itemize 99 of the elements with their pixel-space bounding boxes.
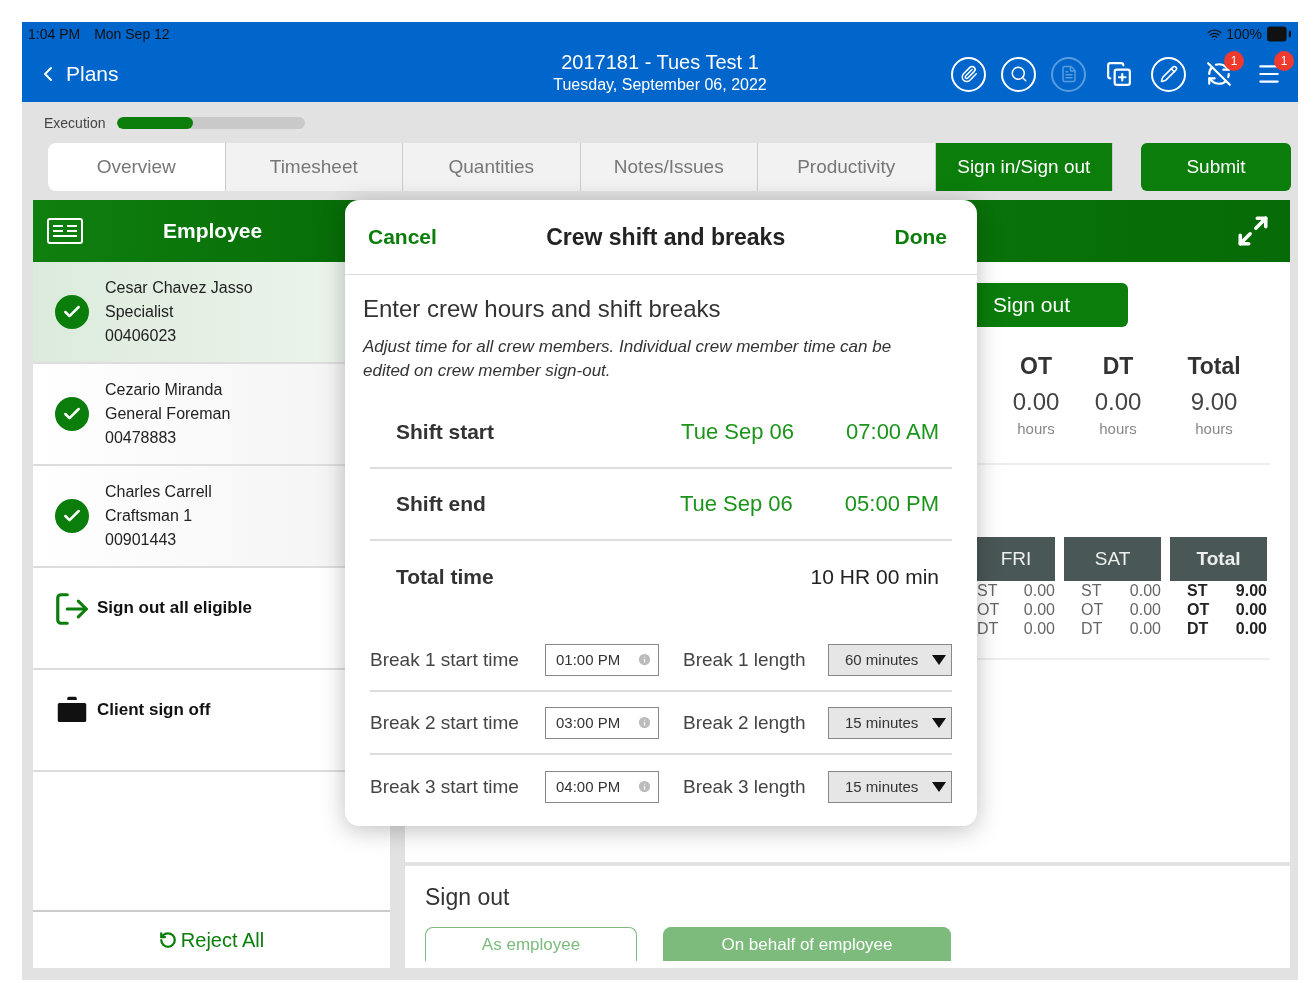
caret-icon	[931, 653, 947, 666]
employee-role: General Foreman	[105, 405, 231, 423]
submit-button[interactable]: Submit	[1141, 143, 1291, 191]
break-length-label: Break 3 length	[683, 775, 807, 798]
stat-label: DT	[1102, 353, 1134, 380]
employee-role: Specialist	[105, 303, 175, 321]
hour-value: 0.00	[1235, 619, 1267, 638]
stat-label: OT	[1020, 353, 1052, 380]
tab[interactable]: Notes/Issues	[580, 143, 758, 191]
tab[interactable]: Timesheet	[225, 143, 403, 191]
hour-type: DT	[1187, 619, 1209, 638]
hour-type: DT	[977, 619, 999, 638]
hour-type: OT	[1187, 600, 1210, 619]
tab[interactable]: Sign in/Sign out	[935, 143, 1113, 191]
employee-title: Employee	[163, 219, 263, 243]
tab[interactable]: Overview	[48, 143, 226, 191]
employee-role: Craftsman 1	[105, 507, 194, 525]
status-date: Mon Sep 12	[94, 26, 170, 42]
total-label: Total time	[396, 565, 495, 589]
hour-type: OT	[977, 600, 1000, 619]
stat-label: Total	[1187, 353, 1241, 380]
tab[interactable]: Quantities	[403, 143, 581, 191]
hour-type: DT	[1081, 619, 1103, 638]
caret-icon	[931, 716, 947, 729]
hour-value: 0.00	[1023, 600, 1055, 619]
done-link[interactable]: Done	[894, 225, 947, 249]
employee-name: Cezario Miranda	[105, 381, 224, 399]
hour-value: 0.00	[1235, 600, 1267, 619]
shift-label: Shift start	[396, 420, 495, 444]
hour-value: 9.00	[1235, 581, 1267, 600]
shift-time[interactable]: 07:00 AM	[846, 419, 939, 445]
length-dropdown[interactable]: 60 minutes	[828, 643, 952, 676]
copy-plus-icon[interactable]	[1105, 61, 1132, 87]
section-title: Sign out	[425, 884, 511, 911]
hour-value: 0.00	[1129, 581, 1161, 600]
sync-off-icon[interactable]	[1205, 61, 1232, 87]
wifi-icon	[1207, 26, 1223, 42]
length-dropdown[interactable]: 15 minutes	[828, 770, 952, 803]
pencil-icon[interactable]	[1159, 65, 1178, 83]
employee-number: 00406023	[105, 327, 178, 345]
day-header: SAT	[1064, 537, 1161, 581]
status-time: 1:04 PM	[28, 26, 81, 42]
break-length-label: Break 2 length	[683, 711, 807, 734]
employee-name: Cesar Chavez Jasso	[105, 279, 253, 297]
hour-type: ST	[1081, 581, 1102, 600]
stat-unit: hours	[1195, 420, 1233, 437]
plan-date: Tuesday, September 06, 2022	[553, 76, 767, 94]
hour-value: 0.00	[1023, 619, 1055, 638]
shift-time[interactable]: 05:00 PM	[844, 491, 939, 517]
total-value: 10 HR 00 min	[810, 565, 939, 589]
stat-unit: hours	[1017, 420, 1055, 437]
plan-title: 2017181 - Tues Test 1	[561, 51, 759, 74]
sign-out-button[interactable]: Sign out	[977, 283, 1128, 327]
shift-date[interactable]: Tue Sep 06	[681, 419, 795, 445]
break-length-label: Break 1 length	[683, 648, 807, 671]
hour-value: 0.00	[1023, 581, 1055, 600]
shift-label: Shift end	[396, 492, 487, 516]
toolbar-button[interactable]	[951, 56, 986, 92]
hour-type: ST	[977, 581, 998, 600]
battery-level: 100%	[1226, 26, 1262, 42]
day-header: Total	[1170, 537, 1267, 581]
length-dropdown[interactable]: 15 minutes	[828, 706, 952, 739]
stat-unit: hours	[1099, 420, 1137, 437]
sign-out-icon	[53, 590, 91, 628]
caret-icon	[931, 780, 947, 793]
cancel-link[interactable]: Cancel	[368, 225, 437, 249]
day-header: FRI	[977, 537, 1055, 581]
hour-type: ST	[1187, 581, 1208, 600]
break-start-label: Break 3 start time	[370, 775, 520, 798]
employee-number: 00901443	[105, 531, 178, 549]
shift-date[interactable]: Tue Sep 06	[679, 491, 793, 517]
stat-value: 0.00	[1012, 388, 1060, 416]
search-icon[interactable]	[1009, 65, 1028, 83]
time-field[interactable]: 04:00 PM	[545, 770, 659, 803]
toolbar-button[interactable]	[1151, 56, 1186, 92]
undo-icon	[158, 931, 177, 949]
execution-label: Execution	[44, 114, 106, 131]
toolbar-button[interactable]	[1001, 56, 1036, 92]
list-card-icon	[47, 218, 83, 244]
hour-type: OT	[1081, 600, 1104, 619]
hour-value: 0.00	[1129, 619, 1161, 638]
employee-number: 00478883	[105, 429, 178, 447]
tab[interactable]: Productivity	[758, 143, 936, 191]
employee-name: Charles Carrell	[105, 483, 212, 501]
info-icon	[637, 779, 652, 794]
stat-value: 0.00	[1094, 388, 1142, 416]
back-link[interactable]: Plans	[36, 62, 119, 86]
time-field[interactable]: 01:00 PM	[545, 643, 659, 676]
hour-value: 0.00	[1129, 600, 1161, 619]
time-field[interactable]: 03:00 PM	[545, 706, 659, 739]
info-icon	[637, 652, 652, 667]
expand-icon[interactable]	[1236, 214, 1270, 248]
notification-badge: 1	[1224, 50, 1244, 71]
paperclip-icon[interactable]	[959, 65, 978, 83]
reject-all-link[interactable]: Reject All	[33, 910, 390, 968]
notification-badge: 1	[1274, 50, 1294, 71]
dialog-title: Crew shift and breaks	[545, 223, 787, 251]
info-icon	[637, 715, 652, 730]
stat-value: 9.00	[1190, 388, 1238, 416]
